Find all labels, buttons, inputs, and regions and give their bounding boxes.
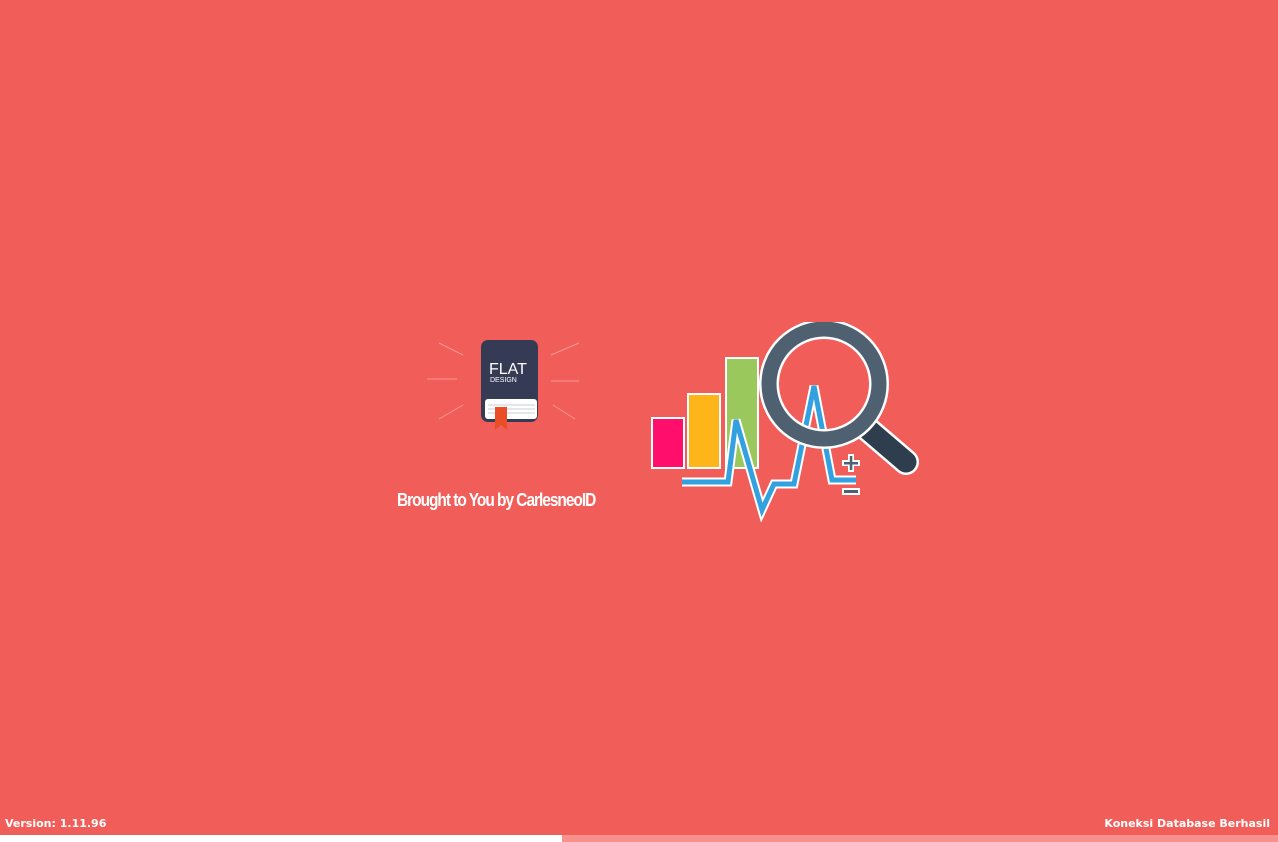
bar-orange xyxy=(687,393,721,469)
logo-line2: DESIGN xyxy=(490,377,517,384)
book-logo: FLAT DESIGN xyxy=(427,340,580,430)
magnifier-icon xyxy=(759,322,919,475)
loading-progress-bar xyxy=(0,835,1278,842)
analytics-illustration xyxy=(651,322,919,522)
database-status: Koneksi Database Berhasil xyxy=(1104,817,1270,830)
bookmark-icon xyxy=(495,407,507,430)
credit-text: Brought to You by CarlesneoID xyxy=(397,490,596,510)
zoom-in-icon xyxy=(842,454,860,472)
bar-pink xyxy=(651,417,685,469)
loading-progress-fill xyxy=(0,835,563,842)
version-label: Version: 1.11.96 xyxy=(5,817,107,830)
splash-screen: FLAT DESIGN Brought to You by CarlesneoI… xyxy=(0,0,1278,842)
zoom-out-icon xyxy=(842,488,860,495)
logo-line1: FLAT xyxy=(489,361,527,378)
